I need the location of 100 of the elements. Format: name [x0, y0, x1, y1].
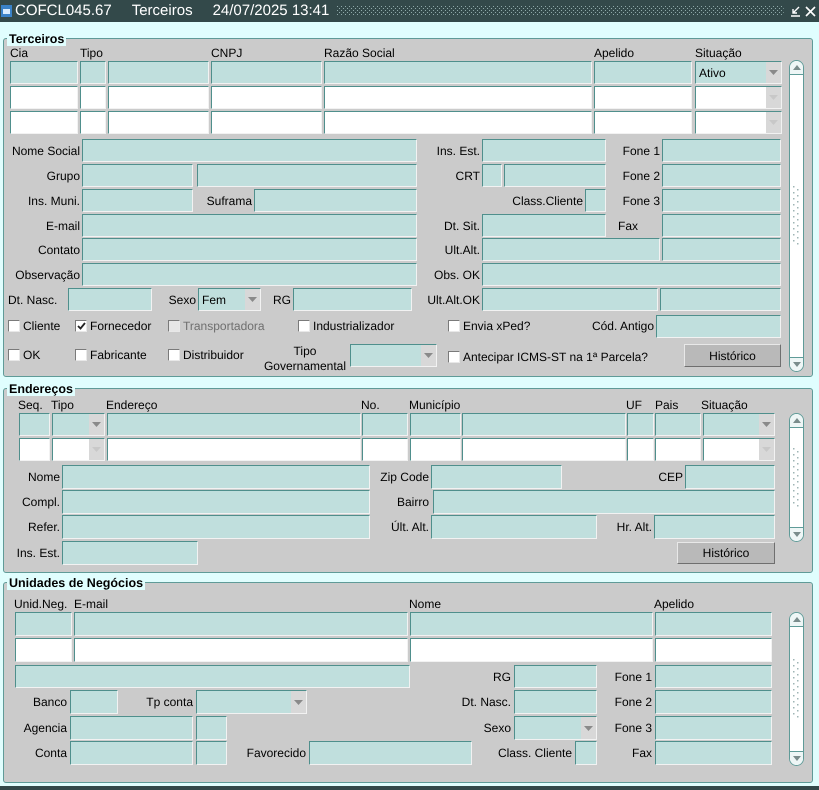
input-field[interactable] — [309, 741, 472, 765]
input-field[interactable] — [70, 741, 193, 765]
dropdown-field[interactable] — [196, 690, 307, 714]
input-field[interactable] — [431, 465, 562, 489]
input-field[interactable] — [108, 86, 209, 109]
dropdown-field[interactable] — [350, 344, 437, 367]
input-field[interactable] — [196, 716, 227, 740]
input-field[interactable] — [10, 111, 78, 134]
scrollbar[interactable] — [789, 612, 804, 766]
input-field[interactable] — [462, 438, 626, 461]
input-field[interactable] — [410, 413, 461, 436]
history-button[interactable]: Histórico — [684, 344, 781, 367]
input-field[interactable] — [70, 716, 193, 740]
check-box[interactable] — [168, 349, 180, 361]
input-field[interactable] — [410, 638, 653, 662]
input-field[interactable] — [662, 238, 781, 261]
input-field[interactable] — [74, 638, 408, 662]
input-field[interactable] — [68, 288, 152, 311]
check-box[interactable] — [8, 320, 20, 332]
input-field[interactable] — [293, 288, 412, 311]
input-field[interactable] — [80, 111, 106, 134]
input-field[interactable] — [655, 413, 701, 436]
scrollbar[interactable] — [789, 413, 804, 542]
input-field[interactable] — [514, 665, 597, 688]
input-field[interactable] — [62, 541, 198, 565]
scroll-down-icon[interactable] — [790, 751, 803, 765]
input-field[interactable] — [82, 214, 417, 237]
check-box[interactable] — [75, 320, 87, 332]
input-field[interactable] — [482, 164, 502, 187]
input-field[interactable] — [196, 741, 227, 765]
input-field[interactable] — [10, 86, 78, 109]
input-field[interactable] — [462, 413, 626, 436]
checkbox[interactable]: Industrializador — [298, 317, 428, 335]
dropdown-field[interactable] — [695, 111, 782, 134]
input-field[interactable] — [82, 139, 417, 162]
input-field[interactable] — [433, 490, 775, 514]
input-field[interactable] — [662, 189, 781, 212]
scroll-down-icon[interactable] — [790, 527, 803, 541]
input-field[interactable] — [82, 164, 193, 187]
input-field[interactable] — [15, 665, 410, 688]
check-box[interactable] — [448, 320, 460, 332]
history-button[interactable]: Histórico — [677, 542, 775, 564]
check-box[interactable] — [448, 351, 460, 363]
input-field[interactable] — [211, 86, 322, 109]
dropdown-field[interactable] — [514, 716, 597, 740]
input-field[interactable] — [504, 164, 606, 187]
input-field[interactable] — [324, 61, 592, 84]
input-field[interactable] — [482, 238, 660, 261]
input-field[interactable] — [410, 438, 461, 461]
input-field[interactable] — [655, 741, 772, 765]
dropdown-field[interactable] — [703, 438, 775, 461]
input-field[interactable] — [655, 716, 772, 740]
scrollbar[interactable] — [789, 60, 804, 372]
input-field[interactable] — [655, 638, 772, 662]
input-field[interactable] — [656, 314, 781, 338]
input-field[interactable] — [108, 61, 209, 84]
check-box[interactable] — [75, 349, 87, 361]
input-field[interactable] — [15, 638, 72, 662]
dropdown-field[interactable]: Fem — [198, 288, 261, 311]
input-field[interactable] — [655, 690, 772, 714]
input-field[interactable] — [482, 214, 606, 237]
input-field[interactable] — [324, 111, 592, 134]
input-field[interactable] — [627, 413, 654, 436]
input-field[interactable] — [70, 690, 118, 714]
input-field[interactable] — [482, 263, 781, 286]
input-field[interactable] — [62, 465, 370, 489]
input-field[interactable] — [362, 413, 408, 436]
dropdown-field[interactable]: Ativo — [695, 61, 782, 84]
input-field[interactable] — [585, 189, 606, 212]
scroll-up-icon[interactable] — [790, 613, 803, 627]
input-field[interactable] — [627, 438, 654, 461]
dropdown-field[interactable] — [703, 413, 775, 436]
scroll-down-icon[interactable] — [790, 357, 803, 371]
input-field[interactable] — [594, 86, 692, 109]
dropdown-field[interactable] — [52, 413, 105, 436]
dropdown-field[interactable] — [52, 438, 105, 461]
input-field[interactable] — [62, 490, 370, 514]
input-field[interactable] — [19, 438, 50, 461]
input-field[interactable] — [74, 612, 408, 636]
input-field[interactable] — [660, 288, 781, 311]
input-field[interactable] — [594, 111, 692, 134]
input-field[interactable] — [685, 465, 775, 489]
input-field[interactable] — [362, 438, 408, 461]
input-field[interactable] — [662, 164, 781, 187]
input-field[interactable] — [82, 189, 193, 212]
input-field[interactable] — [107, 413, 361, 436]
dropdown-field[interactable] — [695, 86, 782, 109]
input-field[interactable] — [662, 214, 781, 237]
checkbox[interactable]: Fabricante — [75, 344, 165, 366]
input-field[interactable] — [654, 515, 775, 539]
input-field[interactable] — [211, 61, 322, 84]
input-field[interactable] — [662, 139, 781, 162]
check-box[interactable] — [298, 320, 310, 332]
input-field[interactable] — [82, 263, 417, 286]
checkbox[interactable]: OK — [8, 344, 68, 366]
input-field[interactable] — [197, 164, 417, 187]
input-field[interactable] — [431, 515, 597, 539]
checkbox[interactable]: Envia xPed? — [448, 317, 558, 335]
input-field[interactable] — [80, 86, 106, 109]
input-field[interactable] — [514, 690, 597, 714]
